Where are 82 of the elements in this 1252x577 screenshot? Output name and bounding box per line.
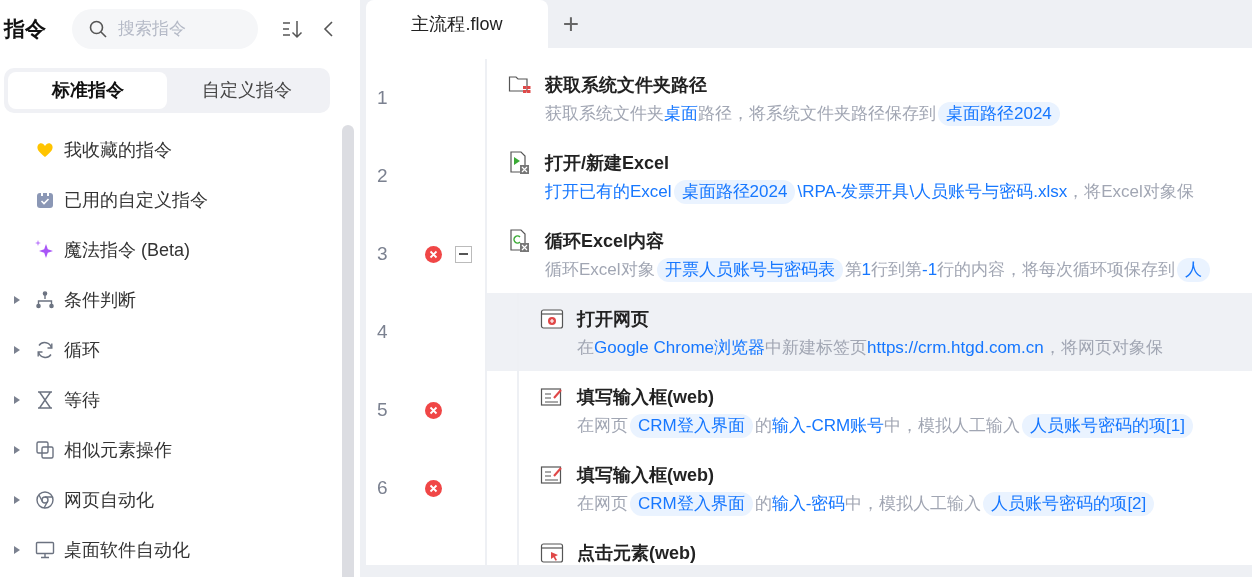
command-category[interactable]: 我收藏的指令 — [64, 136, 172, 164]
description-text: 第 — [844, 259, 862, 281]
parameter-value: https://crm.htgd.com.cn — [867, 337, 1044, 359]
variable-tag[interactable]: 人员账号密码的项[1] — [1022, 414, 1193, 438]
parameter-value: 输入-密码 — [771, 493, 846, 515]
description-text: 的 — [754, 493, 772, 515]
sort-icon[interactable] — [282, 19, 304, 39]
command-category[interactable]: 条件判断 — [64, 286, 136, 314]
description-text: 获取系统文件夹 — [545, 103, 664, 125]
calendar-check-icon — [34, 190, 56, 210]
description-text: 在 — [577, 337, 594, 359]
command-category[interactable]: 桌面软件自动化 — [64, 536, 190, 564]
description-text: 中，模拟人工输入 — [845, 493, 982, 515]
variable-tag[interactable]: 桌面路径2024 — [673, 180, 796, 204]
description-text: ，将网页对象保 — [1043, 337, 1163, 359]
line-number: 5 — [377, 397, 388, 422]
search-field[interactable]: 搜索指令 — [72, 9, 258, 49]
description-text: 的 — [754, 415, 772, 437]
line-number: 4 — [377, 319, 388, 344]
description-text: ，将Excel对象保 — [1067, 181, 1194, 203]
command-category[interactable]: 等待 — [64, 386, 100, 414]
panel-title: 指令 — [4, 16, 46, 43]
scrollbar[interactable] — [342, 125, 354, 577]
file-tab[interactable]: 主流程.flow — [366, 0, 548, 48]
step-title: 点击元素(web) — [577, 542, 696, 565]
parameter-value: -1 — [922, 259, 938, 281]
description-text: 行的内容，将每次循环项保存到 — [937, 259, 1176, 281]
expand-caret-icon[interactable] — [13, 295, 21, 305]
command-category[interactable]: 已用的自定义指令 — [64, 186, 208, 214]
description-text: 中新建标签页 — [765, 337, 867, 359]
variable-tag[interactable]: CRM登入界面 — [630, 492, 753, 516]
step-title: 打开网页 — [577, 308, 650, 331]
line-number: 3 — [377, 241, 388, 266]
line-number: 1 — [377, 85, 388, 110]
expand-caret-icon[interactable] — [13, 495, 21, 505]
variable-tag[interactable]: CRM登入界面 — [630, 414, 753, 438]
edit-lines-icon — [539, 385, 565, 409]
variable-tag[interactable]: 人 — [1177, 258, 1211, 282]
line-number: 6 — [377, 475, 388, 500]
variable-tag[interactable]: 桌面路径2024 — [938, 102, 1060, 126]
expand-caret-icon[interactable] — [13, 345, 21, 355]
parameter-value: Google Chrome浏览器 — [594, 337, 765, 359]
variable-tag[interactable]: 开票人员账号与密码表 — [656, 258, 843, 282]
parameter-value: 1 — [861, 259, 872, 281]
variable-tag[interactable]: 人员账号密码的项[2] — [983, 492, 1155, 516]
description-text: 中，模拟人工输入 — [884, 415, 1021, 437]
collapse-toggle[interactable] — [455, 245, 472, 263]
line-number: 2 — [377, 163, 388, 188]
description-text: 在网页 — [577, 493, 628, 515]
expand-caret-icon[interactable] — [13, 445, 21, 455]
step-title: 填写输入框(web) — [577, 386, 715, 409]
parameter-value: \RPA-发票开具\人员账号与密码.xlsx — [797, 181, 1068, 203]
copy-icon — [34, 440, 56, 460]
description-text: 路径，将系统文件夹路径保存到 — [698, 103, 936, 125]
expand-caret-icon[interactable] — [13, 395, 21, 405]
parameter-value: 输入-CRM账号 — [771, 415, 885, 437]
command-category[interactable]: 网页自动化 — [64, 486, 154, 514]
description-text: 在网页 — [577, 415, 628, 437]
step-title: 填写输入框(web) — [577, 464, 715, 487]
tab[interactable]: 标准指令 — [8, 72, 167, 109]
monitor-icon — [34, 540, 56, 560]
expand-caret-icon[interactable] — [13, 545, 21, 555]
parameter-value: 桌面 — [664, 103, 698, 125]
collapse-icon[interactable] — [322, 20, 334, 38]
tab[interactable]: 自定义指令 — [167, 72, 326, 109]
search-icon — [88, 19, 108, 39]
branch-icon — [34, 290, 56, 310]
browser-icon — [34, 490, 56, 510]
command-category[interactable]: 相似元素操作 — [64, 436, 172, 464]
step-title: 循环Excel内容 — [545, 230, 666, 253]
step-title: 获取系统文件夹路径 — [545, 74, 708, 97]
description-text: 行到第 — [871, 259, 923, 281]
command-category[interactable]: 循环 — [64, 336, 100, 364]
edit-lines-icon — [539, 463, 565, 487]
heart-icon — [34, 140, 56, 160]
add-tab-button[interactable]: + — [548, 0, 594, 48]
description-text: 循环Excel对象 — [545, 259, 655, 281]
step-title: 打开/新建Excel — [545, 152, 671, 175]
parameter-value: 打开已有的Excel — [545, 181, 672, 203]
click-window-icon — [539, 541, 565, 565]
browser-window-icon — [539, 307, 565, 331]
command-category[interactable]: 魔法指令 (Beta) — [64, 236, 191, 264]
